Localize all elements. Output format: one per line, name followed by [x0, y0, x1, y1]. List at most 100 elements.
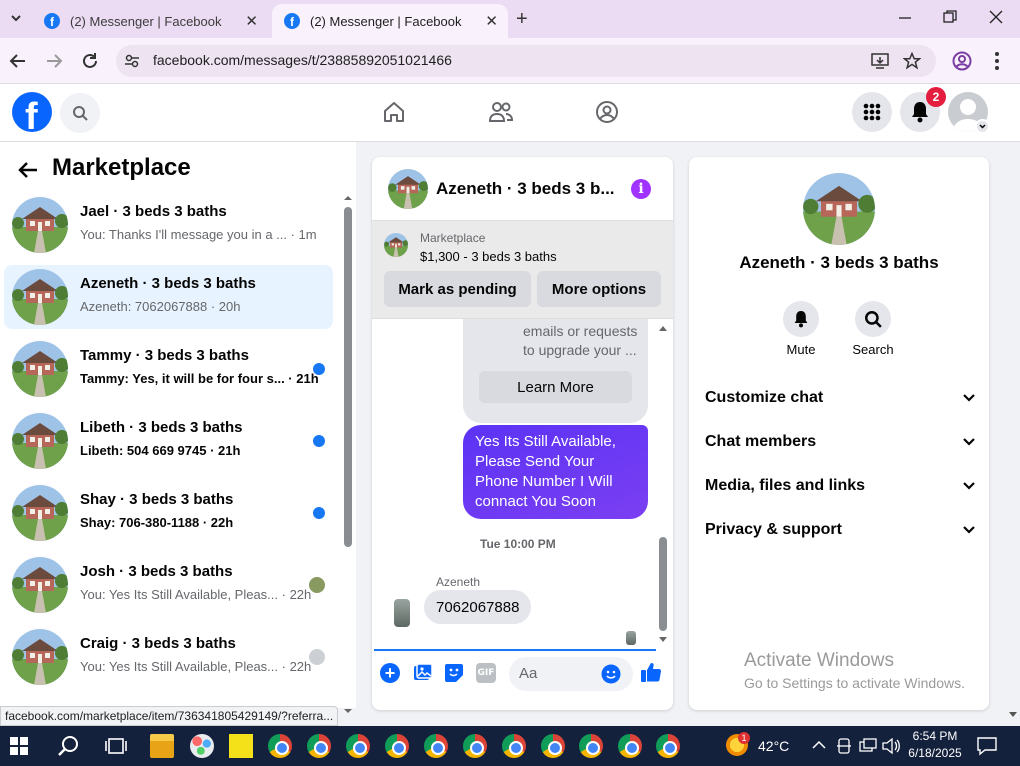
- gif-icon[interactable]: GIF: [476, 663, 496, 683]
- facebook-logo[interactable]: f: [12, 92, 52, 132]
- browser-tab-active[interactable]: f (2) Messenger | Facebook ✕: [272, 4, 508, 38]
- search-label: Search: [852, 342, 894, 357]
- chrome-taskbar-icon[interactable]: [346, 734, 370, 758]
- thread-scrollbar[interactable]: [658, 323, 668, 645]
- url-text[interactable]: facebook.com/messages/t/2388589205102146…: [153, 52, 452, 68]
- learn-more-button[interactable]: Learn More: [479, 371, 632, 403]
- tab-title: (2) Messenger | Facebook: [310, 13, 462, 29]
- chat-members-row[interactable]: Chat members: [705, 422, 975, 462]
- photo-icon[interactable]: [413, 663, 433, 683]
- chrome-taskbar-icon[interactable]: [385, 734, 409, 758]
- conversation-item[interactable]: Libeth · 3 beds 3 baths Libeth: 504 669 9…: [4, 409, 333, 473]
- conversation-item[interactable]: Jael · 3 beds 3 baths You: Thanks I'll me…: [4, 193, 333, 257]
- conversation-item[interactable]: Josh · 3 beds 3 baths You: Yes Its Still …: [4, 553, 333, 617]
- close-icon[interactable]: ✕: [485, 12, 498, 30]
- conversation-preview: Shay: 706-380-1188 · 22h: [80, 515, 234, 530]
- chrome-taskbar-icon[interactable]: [502, 734, 526, 758]
- chrome-taskbar-icon[interactable]: [656, 734, 680, 758]
- tab-search-button[interactable]: [6, 8, 26, 28]
- message-input[interactable]: Aa: [509, 657, 633, 691]
- account-chevron-icon[interactable]: [975, 119, 990, 134]
- install-app-icon[interactable]: [871, 52, 889, 70]
- listing-label: Marketplace: [420, 231, 486, 245]
- chrome-taskbar-icon[interactable]: [307, 734, 331, 758]
- grid-menu-icon: [863, 103, 881, 121]
- conversation-avatar: [12, 485, 68, 541]
- close-window-button[interactable]: [989, 10, 1003, 24]
- browser-menu-icon[interactable]: [993, 50, 1001, 72]
- windows-start-icon[interactable]: [10, 737, 28, 755]
- chrome-taskbar-icon[interactable]: [268, 734, 292, 758]
- fb-search-button[interactable]: [60, 93, 100, 133]
- chat-title[interactable]: Azeneth · 3 beds 3 b...: [436, 179, 615, 199]
- conversation-item[interactable]: Craig · 3 beds 3 baths You: Yes Its Still…: [4, 625, 333, 689]
- back-arrow-icon[interactable]: [9, 52, 27, 70]
- chat-avatar[interactable]: [388, 169, 428, 209]
- more-options-button[interactable]: More options: [537, 271, 661, 307]
- network-icon[interactable]: [859, 738, 877, 754]
- conversation-item[interactable]: Azeneth · 3 beds 3 baths Azeneth: 7062067…: [4, 265, 333, 329]
- chevron-down-icon: [963, 394, 975, 402]
- thumbs-up-icon[interactable]: [640, 661, 662, 683]
- weather-badge: 1: [738, 732, 750, 744]
- sender-avatar[interactable]: [394, 599, 410, 627]
- minimize-button[interactable]: [898, 8, 912, 28]
- conversation-item[interactable]: Shay · 3 beds 3 baths Shay: 706-380-1188 …: [4, 481, 333, 545]
- customize-chat-row[interactable]: Customize chat: [705, 378, 975, 418]
- restore-button[interactable]: [943, 10, 957, 24]
- chrome-taskbar-icon[interactable]: [463, 734, 487, 758]
- listing-price[interactable]: $1,300 - 3 beds 3 baths: [420, 249, 557, 264]
- message-text: emails or requests: [523, 323, 638, 339]
- home-icon[interactable]: [382, 100, 406, 124]
- privacy-support-row[interactable]: Privacy & support: [705, 510, 975, 550]
- unread-dot: [313, 363, 325, 375]
- notification-center-icon[interactable]: [977, 736, 997, 756]
- more-actions-button[interactable]: +: [380, 663, 400, 683]
- temperature[interactable]: 42°C: [758, 738, 789, 754]
- page-scrollbar[interactable]: [1007, 708, 1019, 722]
- profile-avatar[interactable]: [803, 173, 875, 245]
- reload-icon[interactable]: [81, 52, 99, 70]
- device-icon[interactable]: [836, 738, 852, 754]
- profile-icon[interactable]: [952, 51, 972, 71]
- mark-pending-button[interactable]: Mark as pending: [384, 271, 531, 307]
- site-info-icon[interactable]: [124, 53, 140, 69]
- conversation-avatar: [12, 413, 68, 469]
- media-files-links-row[interactable]: Media, files and links: [705, 466, 975, 506]
- new-tab-button[interactable]: +: [516, 8, 528, 31]
- groups-icon[interactable]: [595, 100, 619, 124]
- browser-tab[interactable]: f (2) Messenger | Facebook ✕: [32, 4, 268, 38]
- chevron-up-icon[interactable]: [812, 740, 826, 750]
- paint-icon[interactable]: [190, 734, 214, 758]
- bell-icon: [912, 102, 928, 123]
- clock-time[interactable]: 6:54 PM: [912, 729, 958, 743]
- task-view-icon[interactable]: [105, 735, 127, 757]
- chrome-taskbar-icon[interactable]: [424, 734, 448, 758]
- sticker-icon[interactable]: [444, 663, 464, 683]
- emoji-icon[interactable]: [601, 664, 621, 684]
- chevron-down-icon: [963, 526, 975, 534]
- listing-thumbnail[interactable]: [384, 233, 408, 257]
- conversation-item[interactable]: Tammy · 3 beds 3 baths Tammy: Yes, it wil…: [4, 337, 333, 401]
- file-explorer-icon[interactable]: [150, 734, 174, 758]
- forward-arrow-icon[interactable]: [45, 52, 63, 70]
- volume-icon[interactable]: [882, 738, 900, 754]
- chat-info-button[interactable]: i: [631, 179, 651, 199]
- close-icon[interactable]: ✕: [245, 12, 258, 30]
- conversation-avatar: [12, 269, 68, 325]
- search-chat-button[interactable]: [855, 301, 891, 337]
- conversation-scrollbar[interactable]: [343, 195, 353, 715]
- clock-date[interactable]: 6/18/2025: [906, 746, 964, 760]
- friends-icon[interactable]: [488, 100, 514, 124]
- bookmark-star-icon[interactable]: [903, 52, 921, 70]
- restore-icon: [943, 10, 957, 23]
- conversation-preview: Tammy: Yes, it will be for four s... · 2…: [80, 371, 319, 386]
- chrome-taskbar-icon[interactable]: [618, 734, 642, 758]
- back-arrow-icon[interactable]: [17, 159, 39, 181]
- chrome-taskbar-icon[interactable]: [541, 734, 565, 758]
- chrome-taskbar-icon[interactable]: [579, 734, 603, 758]
- sticky-notes-icon[interactable]: [229, 734, 253, 758]
- search-icon[interactable]: [57, 734, 81, 758]
- mute-button[interactable]: [783, 301, 819, 337]
- menu-button[interactable]: [852, 92, 892, 132]
